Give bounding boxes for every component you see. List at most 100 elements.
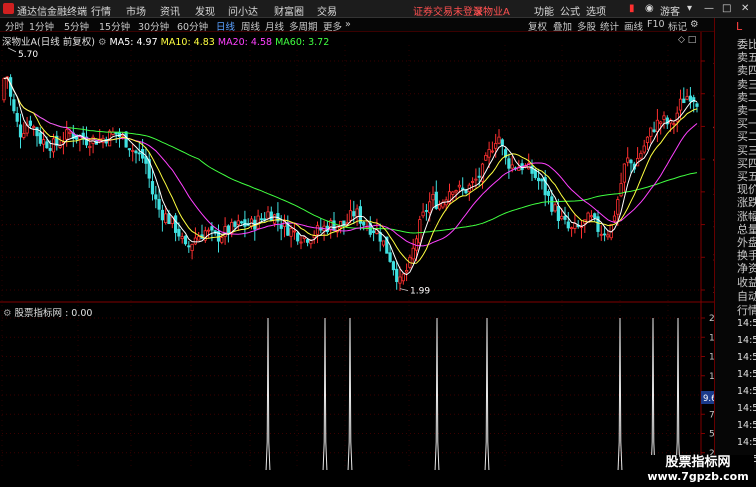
candle-body bbox=[398, 276, 402, 284]
menu-wenxiaoda[interactable]: 问小达 bbox=[228, 3, 258, 18]
period-15min[interactable]: 15分钟 bbox=[99, 19, 130, 33]
menu-hangqing[interactable]: 行情 bbox=[91, 3, 111, 18]
candle-body bbox=[312, 235, 316, 239]
ma20-label: MA20: 4.58 bbox=[217, 37, 273, 48]
candle-body bbox=[437, 204, 442, 210]
period-weekly[interactable]: 周线 bbox=[241, 19, 260, 33]
candle-body bbox=[649, 127, 653, 137]
candle-body bbox=[428, 201, 432, 214]
bell-icon[interactable]: ▮ bbox=[629, 3, 635, 14]
f10-button[interactable]: F10 bbox=[647, 19, 665, 30]
indicator-spike bbox=[347, 317, 353, 470]
candle-body bbox=[474, 178, 478, 181]
main-chart-header: 深物业A(日线 前复权) ⚙ MA5: 4.97 MA10: 4.83 MA20… bbox=[2, 34, 329, 48]
candle-body bbox=[556, 205, 561, 221]
period-30min[interactable]: 30分钟 bbox=[138, 19, 169, 33]
period-more[interactable]: 更多 bbox=[323, 19, 342, 33]
candle-body bbox=[662, 115, 666, 120]
menu-gongneng[interactable]: 功能 bbox=[534, 3, 554, 18]
app-logo-icon bbox=[3, 3, 14, 14]
menu-caifuquan[interactable]: 财富圈 bbox=[274, 3, 304, 18]
candle-body bbox=[51, 138, 56, 153]
close-icon[interactable]: ✕ bbox=[741, 3, 749, 14]
chart-expand-icons[interactable]: ◇ □ bbox=[678, 35, 696, 45]
candle-body bbox=[560, 215, 564, 220]
candle-body bbox=[593, 213, 597, 219]
fuquan-button[interactable]: 复权 bbox=[528, 19, 547, 33]
period-1min[interactable]: 1分钟 bbox=[29, 19, 54, 33]
biaoji-button[interactable]: 标记 bbox=[668, 19, 687, 33]
candle-body bbox=[32, 126, 36, 128]
candle-body bbox=[484, 155, 488, 161]
huaxian-button[interactable]: 画线 bbox=[624, 19, 643, 33]
period-multi[interactable]: 多周期 bbox=[289, 19, 318, 33]
candle-body bbox=[431, 193, 435, 201]
candle-body bbox=[259, 218, 264, 221]
chart-area[interactable]: 5.505.004.504.003.503.002.502.0020.0017.… bbox=[0, 32, 714, 470]
candle-body bbox=[150, 181, 155, 195]
menu-zixun[interactable]: 资讯 bbox=[160, 3, 180, 18]
indicator-spike bbox=[617, 317, 623, 470]
candle-body bbox=[570, 227, 574, 230]
candle-body bbox=[134, 150, 138, 154]
app-name: 通达信金融终端 bbox=[17, 7, 87, 18]
minimize-icon[interactable]: — bbox=[704, 3, 714, 14]
menu-gongshi[interactable]: 公式 bbox=[560, 3, 580, 18]
quote-label[interactable]: 行情 bbox=[737, 302, 756, 318]
more-chevron-icon[interactable]: » bbox=[345, 19, 351, 30]
period-fenshi[interactable]: 分时 bbox=[5, 19, 24, 33]
indicator-spikes bbox=[265, 317, 681, 470]
candle-body bbox=[48, 148, 52, 151]
candle-body bbox=[88, 145, 92, 149]
watermark-url: www.7gpzb.com bbox=[647, 470, 749, 483]
candle-body bbox=[2, 78, 6, 101]
candle-body bbox=[28, 120, 33, 126]
candle-body bbox=[332, 220, 336, 231]
user-icon[interactable]: ◉ bbox=[645, 3, 654, 14]
menu-faxian[interactable]: 发现 bbox=[195, 3, 215, 18]
low-price-label: 1.99 bbox=[410, 287, 430, 297]
candle-body bbox=[645, 136, 650, 143]
menu-shichang[interactable]: 市场 bbox=[126, 3, 146, 18]
tongji-button[interactable]: 统计 bbox=[600, 19, 619, 33]
period-60min[interactable]: 60分钟 bbox=[177, 19, 208, 33]
candle-body bbox=[65, 129, 69, 140]
candle-body bbox=[682, 98, 686, 104]
settings-icon[interactable]: ▾ bbox=[687, 3, 692, 14]
tick-time: 14:5 bbox=[737, 403, 756, 414]
candle-body bbox=[371, 230, 376, 234]
indicator-gear-icon[interactable]: ⚙ bbox=[3, 308, 15, 319]
candle-body bbox=[177, 228, 181, 237]
chart-labels: 5.505.004.504.003.503.002.502.0020.0017.… bbox=[7, 47, 714, 459]
candle-body bbox=[348, 210, 353, 221]
indicator-spike bbox=[265, 317, 271, 470]
candle-body bbox=[272, 214, 277, 224]
tick-time: 14:5 bbox=[737, 318, 756, 329]
indicator-spike bbox=[484, 317, 490, 470]
settings-gear-icon[interactable]: ⚙ bbox=[98, 37, 110, 48]
tick-time: 14:5 bbox=[737, 335, 756, 346]
candle-body bbox=[424, 210, 429, 212]
candle-body bbox=[173, 215, 178, 233]
diejia-button[interactable]: 叠加 bbox=[553, 19, 572, 33]
menu-jiaoyi[interactable]: 交易 bbox=[317, 3, 337, 18]
maximize-icon[interactable]: □ bbox=[722, 3, 731, 14]
menu-xuanxiang[interactable]: 选项 bbox=[586, 3, 606, 18]
candle-body bbox=[418, 219, 422, 244]
indicator-spike bbox=[650, 317, 656, 470]
candle-body bbox=[157, 199, 161, 210]
duogu-button[interactable]: 多股 bbox=[577, 19, 596, 33]
period-monthly[interactable]: 月线 bbox=[265, 19, 284, 33]
candle-body bbox=[391, 261, 396, 271]
candle-body bbox=[12, 99, 16, 112]
period-daily[interactable]: 日线 bbox=[216, 19, 235, 33]
candle-body bbox=[586, 212, 590, 223]
candle-body bbox=[243, 219, 247, 227]
ma10-line bbox=[3, 77, 698, 264]
menu-youke[interactable]: 游客 bbox=[660, 3, 680, 18]
gear-icon[interactable]: ⚙ bbox=[690, 19, 699, 30]
candle-body bbox=[256, 215, 260, 229]
period-5min[interactable]: 5分钟 bbox=[64, 19, 89, 33]
candle-body bbox=[612, 215, 617, 222]
candle-body bbox=[629, 159, 633, 164]
